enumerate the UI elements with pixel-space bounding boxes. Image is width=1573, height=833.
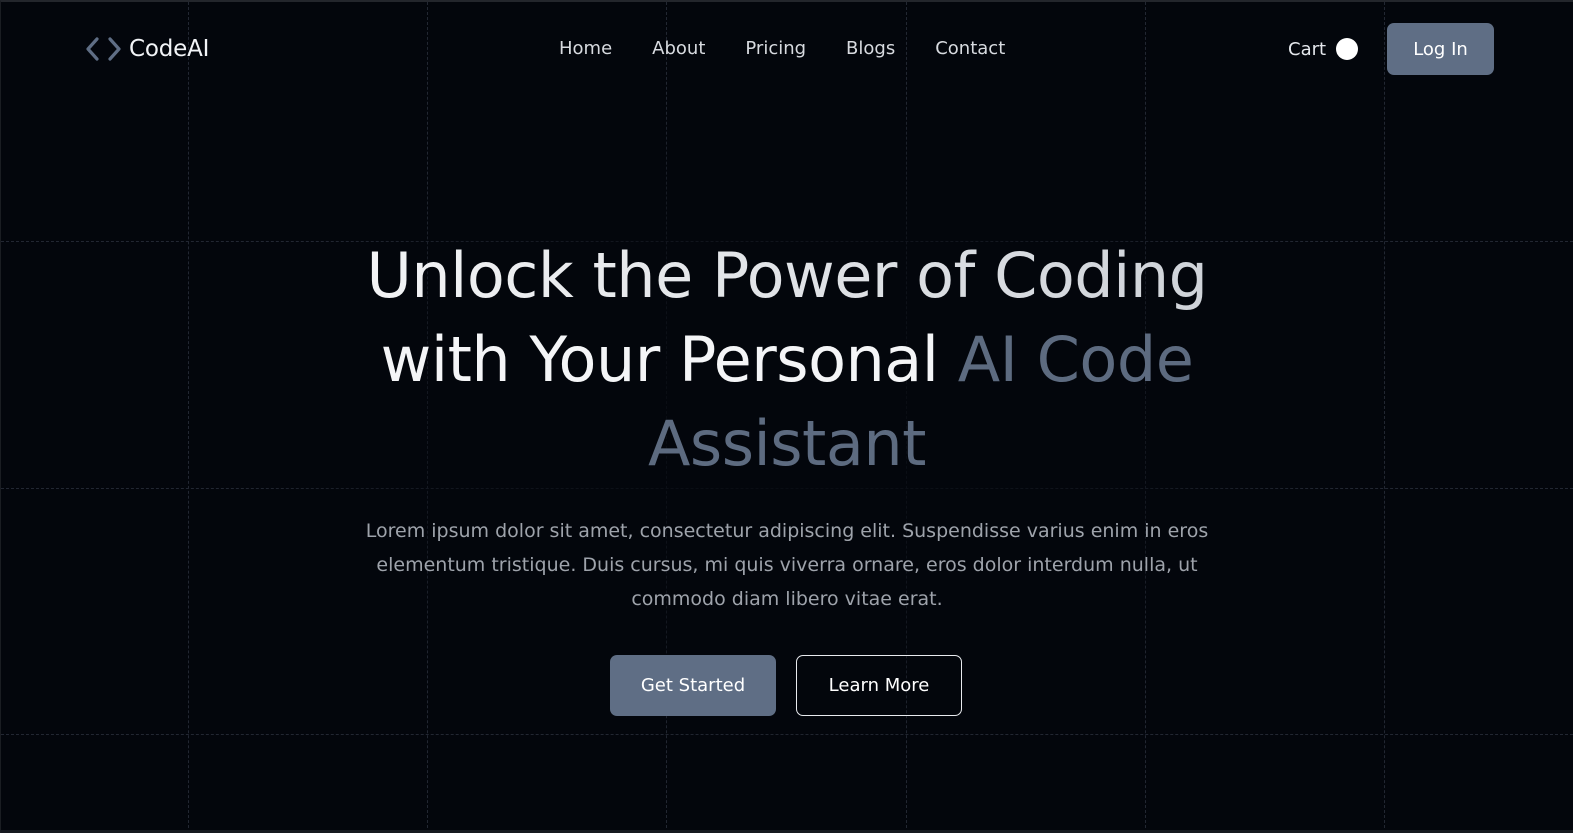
nav-link-blogs[interactable]: Blogs [846, 36, 895, 62]
top-navbar: CodeAI Home About Pricing Blogs Contact … [1, 2, 1573, 97]
learn-more-button[interactable]: Learn More [796, 655, 962, 716]
hero-title-line-2: with Your Personal [380, 323, 958, 396]
grid-line-horizontal [1, 488, 1573, 489]
code-brackets-icon [83, 36, 123, 62]
hero-title-line-1: Unlock the Power of Coding [366, 239, 1208, 312]
hero-title: Unlock the Power of Coding with Your Per… [287, 234, 1287, 486]
grid-line-vertical [188, 2, 189, 833]
nav-link-contact[interactable]: Contact [935, 36, 1005, 62]
nav-link-home[interactable]: Home [559, 36, 612, 62]
nav-links: Home About Pricing Blogs Contact [559, 36, 1005, 62]
hero-description: Lorem ipsum dolor sit amet, consectetur … [365, 520, 1209, 610]
grid-line-vertical [1384, 2, 1385, 833]
grid-line-horizontal [1, 734, 1573, 735]
hero-title-accent-line-3: Assistant [648, 407, 926, 480]
cart-label: Cart [1288, 38, 1327, 60]
nav-link-about[interactable]: About [652, 36, 705, 62]
get-started-button[interactable]: Get Started [610, 655, 776, 716]
page-frame: CodeAI Home About Pricing Blogs Contact … [0, 0, 1573, 833]
cart-indicator-icon [1336, 38, 1359, 60]
cart-button[interactable]: Cart [1288, 36, 1359, 62]
brand-name: CodeAI [129, 36, 210, 62]
hero-title-accent: AI Code [957, 323, 1194, 396]
login-button[interactable]: Log In [1387, 23, 1494, 75]
nav-link-pricing[interactable]: Pricing [745, 36, 806, 62]
brand-logo[interactable]: CodeAI [83, 33, 209, 65]
